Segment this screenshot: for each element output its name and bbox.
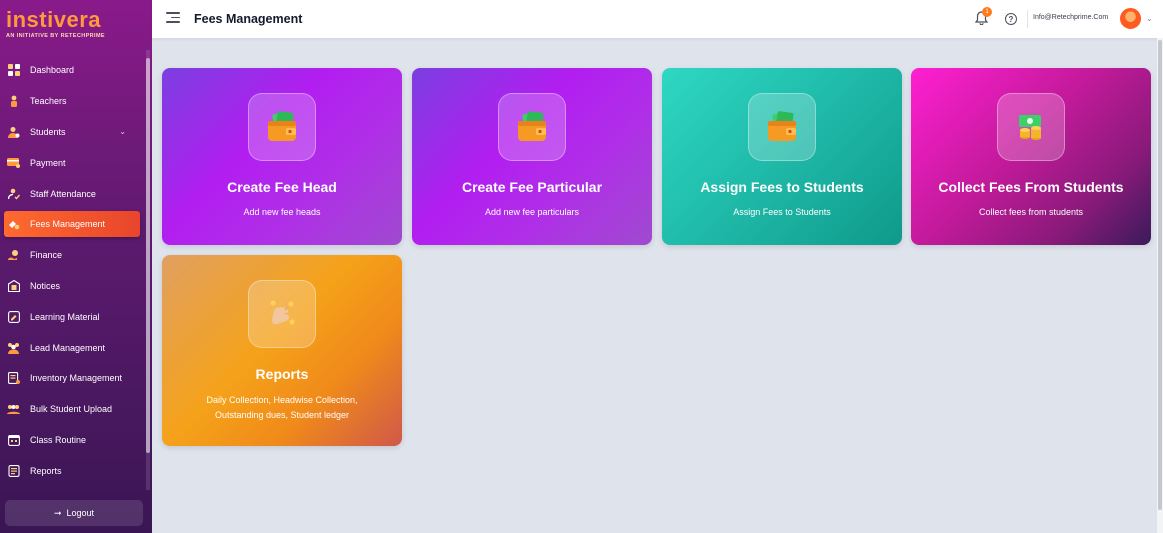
sidebar-item-label: Inventory Management [30, 373, 123, 384]
help-icon[interactable]: ? [1005, 13, 1017, 25]
card-subtitle: Add new fee particulars [484, 207, 580, 217]
sidebar-item-label: Class Routine [30, 434, 87, 445]
fees-icon [7, 217, 20, 230]
sidebar-item-label: Teachers [30, 96, 67, 107]
create-fee-particular-card[interactable]: Create Fee Particular Add new fee partic… [412, 68, 652, 245]
sidebar-item-label: Learning Material [30, 311, 100, 322]
brand-logo[interactable]: instivera AN INITIATIVE BY RETECHPRIME [6, 8, 146, 42]
hand-coins-icon [248, 280, 316, 348]
card-title: Create Fee Particular [461, 179, 603, 195]
card-title: Reports [255, 366, 309, 382]
create-fee-head-card[interactable]: Create Fee Head Add new fee heads [162, 68, 402, 245]
upload-icon [7, 403, 20, 416]
menu-toggle-icon[interactable] [166, 12, 180, 24]
wallet-icon [748, 93, 816, 161]
sidebar-item-students[interactable]: Students ⌄ [0, 117, 146, 148]
chevron-down-icon[interactable]: ⌄ [1146, 14, 1153, 23]
top-header: Fees Management 1 ? Info@Retechprime.Com… [152, 0, 1163, 38]
sidebar-item-reports[interactable]: Reports [0, 455, 146, 486]
user-email[interactable]: Info@Retechprime.Com [1033, 14, 1108, 21]
logout-button[interactable]: ➞ Logout [5, 500, 143, 526]
sidebar-item-lead-management[interactable]: Lead Management [0, 332, 146, 363]
sidebar-item-teachers[interactable]: Teachers [0, 86, 146, 117]
sidebar-item-label: Students [30, 126, 66, 137]
finance-icon [7, 249, 20, 262]
money-coins-icon [997, 93, 1065, 161]
brand-name: instivera [6, 7, 101, 32]
inventory-icon [7, 372, 20, 385]
sidebar-item-finance[interactable]: Finance [0, 240, 146, 271]
card-title: Create Fee Head [227, 179, 337, 195]
sidebar-item-label: Dashboard [30, 65, 75, 76]
lead-icon [7, 341, 20, 354]
avatar[interactable] [1120, 8, 1141, 29]
assign-fees-card[interactable]: Assign Fees to Students Assign Fees to S… [662, 68, 902, 245]
dashboard-icon [7, 64, 20, 77]
sidebar: instivera AN INITIATIVE BY RETECHPRIME D… [0, 0, 152, 533]
page-scrollbar-thumb[interactable] [1158, 40, 1162, 510]
sidebar-item-learning-material[interactable]: Learning Material [0, 301, 146, 332]
sidebar-item-label: Finance [30, 250, 63, 261]
sidebar-item-bulk-student-upload[interactable]: Bulk Student Upload [0, 394, 146, 425]
reports-card[interactable]: Reports Daily Collection, Headwise Colle… [162, 255, 402, 446]
logout-label: Logout [66, 508, 95, 518]
card-subtitle: Daily Collection, Headwise Collection, O… [206, 395, 358, 420]
sidebar-item-notices[interactable]: Notices [0, 271, 146, 302]
payment-icon [7, 156, 20, 169]
chevron-down-icon[interactable]: ⌄ [119, 127, 126, 136]
sidebar-item-inventory-management[interactable]: Inventory Management [0, 363, 146, 394]
collect-fees-card[interactable]: Collect Fees From Students Collect fees … [911, 68, 1151, 245]
card-subtitle: Collect fees from students [978, 207, 1084, 217]
sidebar-item-label: Reports [30, 465, 62, 476]
page-title: Fees Management [194, 12, 303, 26]
brand-tagline: AN INITIATIVE BY RETECHPRIME [6, 33, 106, 39]
wallet-icon [498, 93, 566, 161]
teacher-icon [7, 95, 20, 108]
learning-icon [7, 310, 20, 323]
sidebar-item-class-routine[interactable]: Class Routine [0, 425, 146, 456]
sidebar-item-payment[interactable]: Payment [0, 147, 146, 178]
card-title: Collect Fees From Students [938, 179, 1124, 195]
attendance-icon [7, 187, 20, 200]
sidebar-item-label: Payment [30, 157, 66, 168]
sidebar-item-label: Fees Management [30, 218, 106, 229]
card-title: Assign Fees to Students [700, 179, 864, 195]
sidebar-item-label: Bulk Student Upload [30, 404, 113, 415]
sidebar-nav: Dashboard Teachers Students ⌄ Payment St… [0, 55, 146, 486]
sidebar-item-label: Notices [30, 280, 61, 291]
sidebar-item-staff-attendance[interactable]: Staff Attendance [0, 178, 146, 209]
calendar-icon [7, 433, 20, 446]
notification-badge: 1 [982, 7, 992, 17]
sidebar-scrollbar-thumb[interactable] [146, 58, 150, 453]
card-subtitle: Assign Fees to Students [733, 207, 831, 217]
sidebar-item-fees-management[interactable]: Fees Management [4, 210, 140, 237]
header-divider [1027, 10, 1028, 28]
sidebar-item-dashboard[interactable]: Dashboard [0, 55, 146, 86]
wallet-icon [248, 93, 316, 161]
sidebar-item-label: Lead Management [30, 342, 106, 353]
sidebar-item-label: Staff Attendance [30, 188, 96, 199]
card-subtitle: Add new fee heads [243, 207, 321, 217]
students-icon [7, 125, 20, 138]
reports-icon [7, 464, 20, 477]
logout-icon: ➞ [53, 507, 62, 518]
notices-icon [7, 279, 20, 292]
